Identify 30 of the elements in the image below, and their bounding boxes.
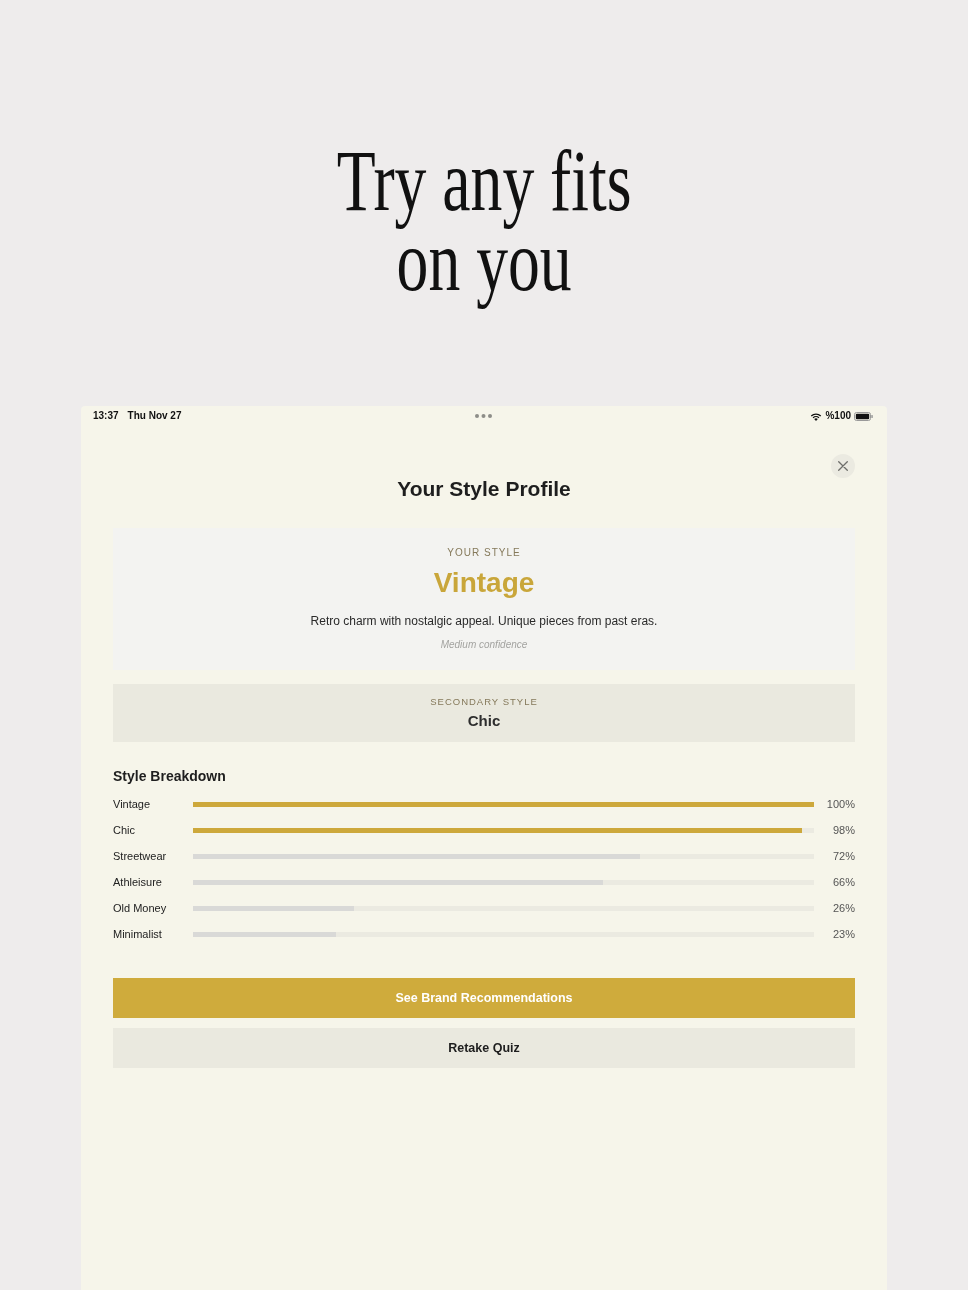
score-percent: 98%: [831, 823, 855, 837]
score-percent: 66%: [831, 875, 855, 889]
primary-style-caption: YOUR STYLE: [447, 547, 521, 559]
confidence-label: Medium confidence: [440, 638, 528, 652]
more-dots-icon[interactable]: [474, 414, 492, 418]
score-percent: 23%: [831, 927, 855, 941]
primary-style-name: Vintage: [433, 566, 535, 600]
secondary-style-caption: SECONDARY STYLE: [430, 696, 538, 708]
sheet-title: Your Style Profile: [396, 477, 572, 501]
retake-quiz-button[interactable]: Retake Quiz: [113, 1028, 855, 1068]
score-percent: 100%: [825, 797, 855, 811]
battery-percent: %100: [825, 410, 851, 422]
close-icon: [838, 461, 848, 471]
battery-icon: [854, 411, 873, 421]
status-date: Thu Nov 27: [127, 410, 182, 422]
style-label: Chic: [113, 823, 136, 837]
style-label: Old Money: [113, 901, 168, 915]
close-button[interactable]: [831, 454, 855, 478]
style-label: Athleisure: [113, 875, 163, 889]
score-percent: 26%: [831, 901, 855, 915]
secondary-style-name: Chic: [467, 712, 501, 730]
style-label: Minimalist: [113, 927, 163, 941]
section-title: Style Breakdown: [113, 767, 227, 785]
status-time: 13:37: [93, 410, 119, 422]
wifi-icon: [810, 411, 823, 421]
score-percent: 72%: [831, 849, 855, 863]
style-label: Vintage: [113, 797, 152, 811]
style-description: Retro charm with nostalgic appeal. Unique pieces from past eras.: [310, 613, 658, 629]
headline: Try any fits on you: [336, 133, 632, 311]
style-label: Streetwear: [113, 849, 168, 863]
